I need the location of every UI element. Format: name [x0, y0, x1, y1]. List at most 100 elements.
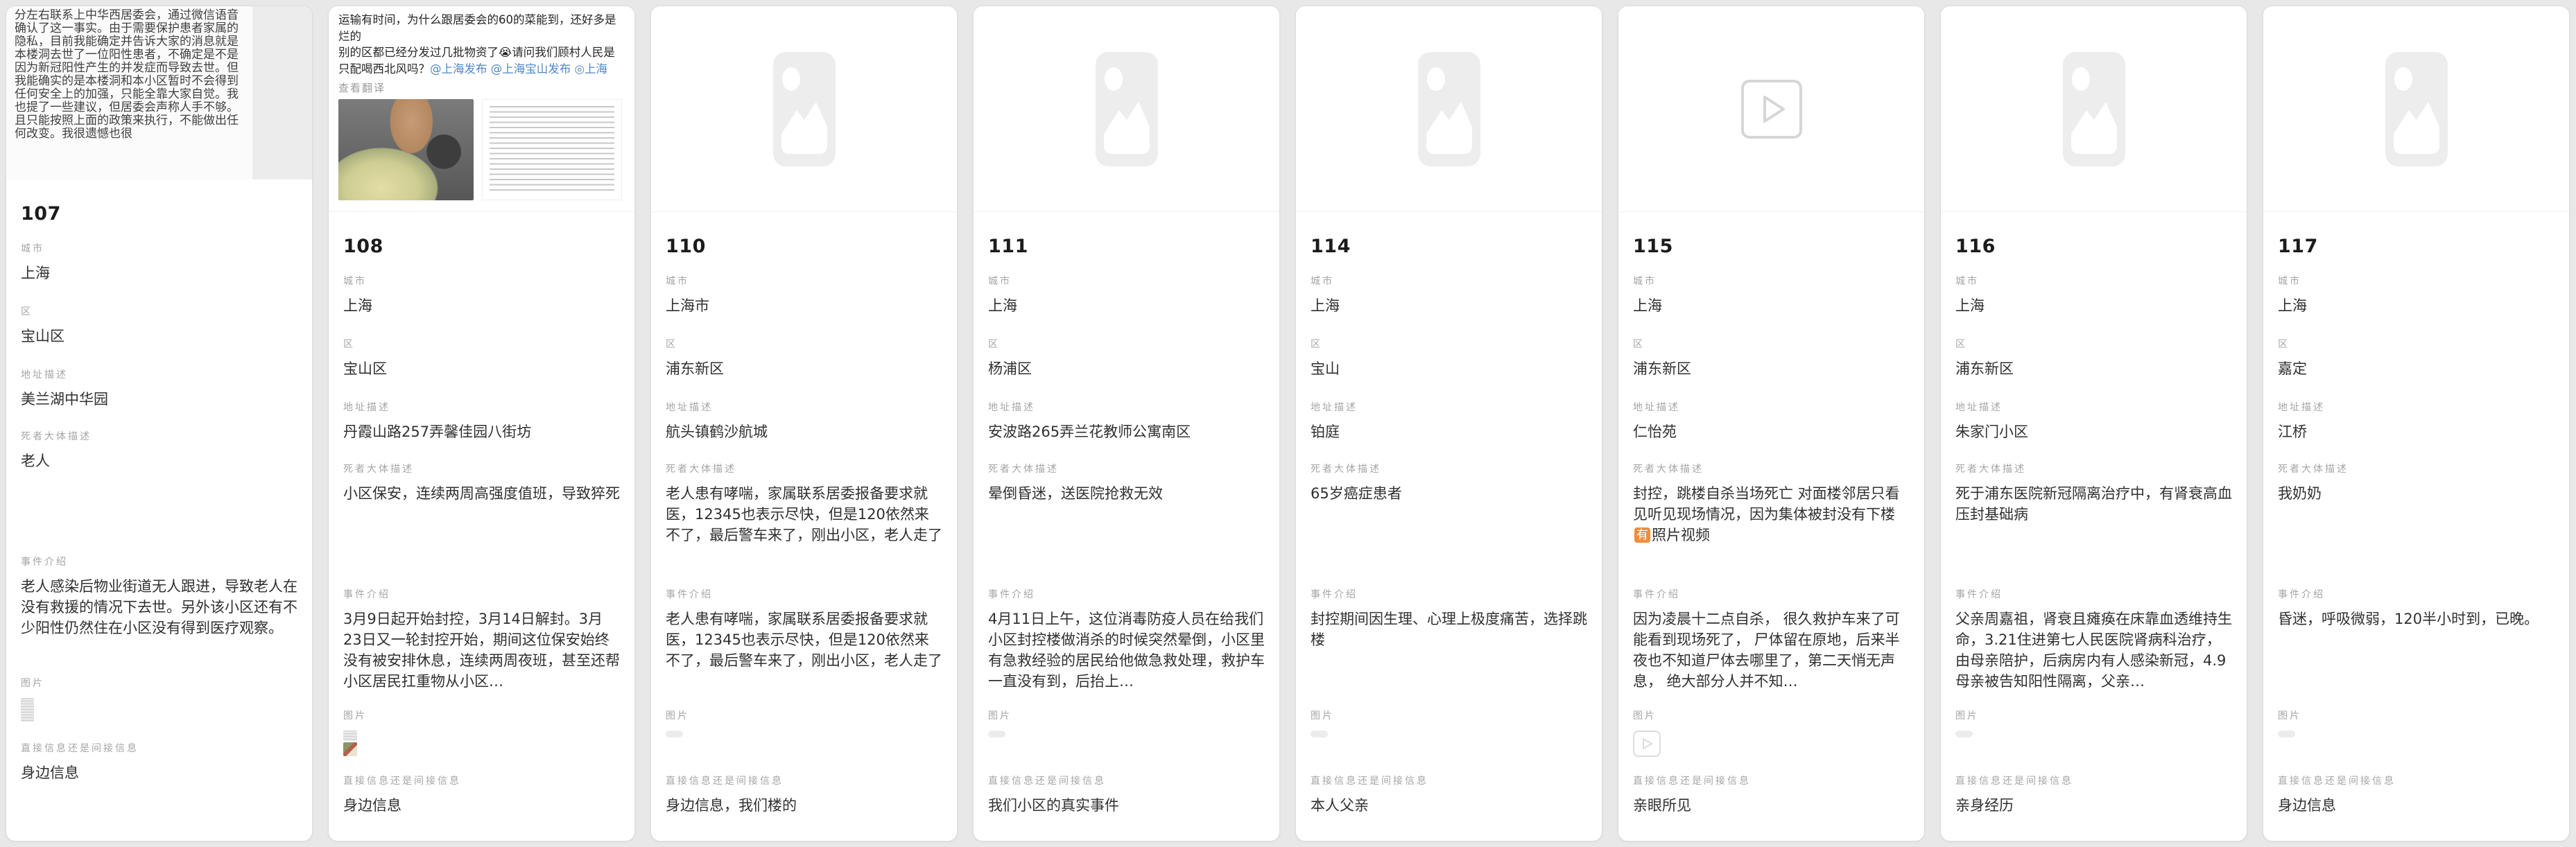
field-value-source: 身边信息 — [343, 795, 620, 816]
field-value-event: 封控期间因生理、心理上极度痛苦，选择跳楼 — [1311, 609, 1587, 692]
field-label-image: 图片 — [21, 676, 297, 690]
image-thumbnails[interactable] — [343, 731, 357, 756]
record-card-117[interactable]: 117 城市上海 区嘉定 地址描述江桥 死者大体描述我奶奶 事件介绍昏迷，呼吸微… — [2263, 6, 2570, 841]
image-thumbnail[interactable] — [343, 731, 357, 741]
field-label-event: 事件介绍 — [1633, 587, 1910, 601]
field-value-source: 身边信息 — [21, 762, 297, 783]
record-card-108[interactable]: 运输有时间，为什么跟居委会的60的菜能到，还好多是烂的 别的区都已经分发过几批物… — [328, 6, 635, 841]
deceased-text-after: 照片视频 — [1652, 527, 1710, 543]
field-value-city: 上海 — [343, 295, 620, 316]
field-value-district: 宝山区 — [343, 358, 620, 379]
field-value-deceased: 老人患有哮喘，家属联系居委报备要求就医，12345也表示尽快，但是120依然来不… — [666, 483, 942, 566]
video-placeholder-icon — [1741, 80, 1802, 139]
field-label-city: 城市 — [343, 274, 620, 288]
record-card-107[interactable]: 分左右联系上中华西居委会，通过微信语音确认了这一事实。由于需要保护患者家属的隐私… — [6, 6, 313, 841]
attachment-preview[interactable] — [974, 6, 1279, 212]
field-value-event: 昏迷，呼吸微弱，120半小时到，已晚。 — [2278, 609, 2555, 692]
image-placeholder-icon — [773, 52, 836, 166]
field-value-address: 江桥 — [2278, 421, 2555, 442]
record-card-115[interactable]: 115 城市上海 区浦东新区 地址描述仁怡苑 死者大体描述 封控，跳楼自杀当场死… — [1618, 6, 1925, 841]
field-value-deceased: 封控，跳楼自杀当场死亡 对面楼邻居只看见听见现场情况，因为集体被封没有下楼 有照… — [1633, 483, 1910, 566]
field-label-address: 地址描述 — [21, 367, 297, 381]
field-label-city: 城市 — [988, 274, 1265, 288]
attachment-preview[interactable] — [2263, 6, 2569, 212]
field-value-event: 3月9日起开始封控，3月14日解封。3月23日又一轮封控开始，期间这位保安始终没… — [343, 609, 620, 692]
attachment-preview[interactable] — [1941, 6, 2247, 212]
field-label-image: 图片 — [343, 708, 620, 722]
post-text: 运输有时间，为什么跟居委会的60的菜能到，还好多是烂的 别的区都已经分发过几批物… — [338, 12, 625, 77]
field-label-image: 图片 — [1955, 708, 2232, 722]
field-label-address: 地址描述 — [1311, 400, 1587, 414]
field-label-address: 地址描述 — [1955, 400, 2232, 414]
field-label-city: 城市 — [1955, 274, 2232, 288]
field-label-deceased: 死者大体描述 — [1955, 462, 2232, 475]
attachment-preview[interactable]: 运输有时间，为什么跟居委会的60的菜能到，还好多是烂的 别的区都已经分发过几批物… — [329, 6, 634, 212]
image-thumbnail[interactable] — [988, 731, 1005, 737]
field-label-event: 事件介绍 — [1311, 587, 1587, 601]
field-label-district: 区 — [1955, 337, 2232, 351]
video-thumbnail[interactable] — [1633, 731, 1661, 757]
text-lines-pattern — [490, 106, 614, 193]
record-card-116[interactable]: 116 城市上海 区浦东新区 地址描述朱家门小区 死者大体描述死于浦东医院新冠隔… — [1940, 6, 2247, 841]
field-value-event: 4月11日上午，这位消毒防疫人员在给我们小区封控楼做消杀的时候突然晕倒，小区里有… — [988, 609, 1265, 692]
field-label-source: 直接信息还是间接信息 — [1633, 774, 1910, 787]
field-label-image: 图片 — [1633, 708, 1910, 722]
record-card-111[interactable]: 111 城市上海 区杨浦区 地址描述安波路265弄兰花教师公寓南区 死者大体描述… — [973, 6, 1280, 841]
attachment-preview[interactable] — [1296, 6, 1602, 212]
post-images — [338, 99, 625, 200]
record-card-110[interactable]: 110 城市上海市 区浦东新区 地址描述航头镇鹤沙航城 死者大体描述老人患有哮喘… — [650, 6, 958, 841]
field-label-deceased: 死者大体描述 — [21, 429, 297, 443]
record-number: 111 — [988, 236, 1265, 257]
field-value-address: 仁怡苑 — [1633, 421, 1910, 442]
field-label-source: 直接信息还是间接信息 — [1311, 774, 1587, 787]
card-fields: 116 城市上海 区浦东新区 地址描述朱家门小区 死者大体描述死于浦东医院新冠隔… — [1941, 236, 2247, 816]
field-label-district: 区 — [2278, 337, 2555, 351]
record-card-114[interactable]: 114 城市上海 区宝山 地址描述铂庭 死者大体描述65岁癌症患者 事件介绍封控… — [1295, 6, 1602, 841]
field-label-source: 直接信息还是间接信息 — [666, 774, 942, 787]
field-label-city: 城市 — [1311, 274, 1587, 288]
field-label-district: 区 — [666, 337, 942, 351]
field-value-deceased: 我奶奶 — [2278, 483, 2555, 566]
image-placeholder-icon — [2063, 52, 2125, 166]
image-thumbnail[interactable] — [343, 742, 357, 756]
field-value-event: 因为凌晨十二点自杀， 很久救护车来了可能看到现场死了， 尸体留在原地，后来半夜也… — [1633, 609, 1910, 692]
field-value-deceased: 晕倒昏迷，送医院抢救无效 — [988, 483, 1265, 566]
field-value-deceased: 死于浦东医院新冠隔离治疗中，有肾衰高血压封基础病 — [1955, 483, 2232, 566]
screenshot-gray-margin — [252, 6, 312, 180]
field-label-deceased: 死者大体描述 — [988, 462, 1265, 475]
field-value-deceased: 65岁癌症患者 — [1311, 483, 1587, 566]
field-value-event: 老人感染后物业街道无人跟进，导致老人在没有救援的情况下去世。另外该小区还有不少阳… — [21, 576, 297, 659]
field-label-deceased: 死者大体描述 — [2278, 462, 2555, 475]
field-label-deceased: 死者大体描述 — [343, 462, 620, 475]
field-label-event: 事件介绍 — [1955, 587, 2232, 601]
field-value-source: 本人父亲 — [1311, 795, 1587, 816]
image-thumbnail[interactable] — [1955, 731, 1973, 737]
record-number: 114 — [1311, 236, 1587, 257]
image-thumbnail[interactable] — [1311, 731, 1328, 737]
card-fields: 107 城市上海 区宝山区 地址描述美兰湖中华园 死者大体描述老人 事件介绍老人… — [6, 203, 312, 783]
field-label-event: 事件介绍 — [343, 587, 620, 601]
field-label-address: 地址描述 — [666, 400, 942, 414]
attachment-preview[interactable]: 分左右联系上中华西居委会，通过微信语音确认了这一事实。由于需要保护患者家属的隐私… — [6, 6, 312, 180]
card-fields: 117 城市上海 区嘉定 地址描述江桥 死者大体描述我奶奶 事件介绍昏迷，呼吸微… — [2263, 236, 2569, 816]
image-thumbnail[interactable] — [666, 731, 683, 737]
field-label-city: 城市 — [21, 241, 297, 255]
image-thumbnail[interactable] — [2278, 731, 2295, 737]
field-label-address: 地址描述 — [988, 400, 1265, 414]
field-value-event: 老人患有哮喘，家属联系居委报备要求就医，12345也表示尽快，但是120依然来不… — [666, 609, 942, 692]
field-label-source: 直接信息还是间接信息 — [988, 774, 1265, 787]
field-value-city: 上海 — [1311, 295, 1587, 316]
field-label-deceased: 死者大体描述 — [666, 462, 942, 475]
image-thumbnail[interactable] — [21, 698, 34, 722]
field-label-event: 事件介绍 — [2278, 587, 2555, 601]
field-label-district: 区 — [21, 304, 297, 318]
attachment-preview[interactable] — [651, 6, 957, 212]
image-placeholder-icon — [2385, 52, 2448, 166]
field-label-event: 事件介绍 — [666, 587, 942, 601]
post-mentions: @上海发布 @上海宝山发布 ◎上海 — [430, 62, 607, 76]
attachment-preview[interactable] — [1618, 6, 1924, 212]
record-number: 115 — [1633, 236, 1910, 257]
field-label-source: 直接信息还是间接信息 — [21, 741, 297, 755]
field-label-district: 区 — [988, 337, 1265, 351]
field-value-deceased: 小区保安，连续两周高强度值班，导致猝死 — [343, 483, 620, 566]
